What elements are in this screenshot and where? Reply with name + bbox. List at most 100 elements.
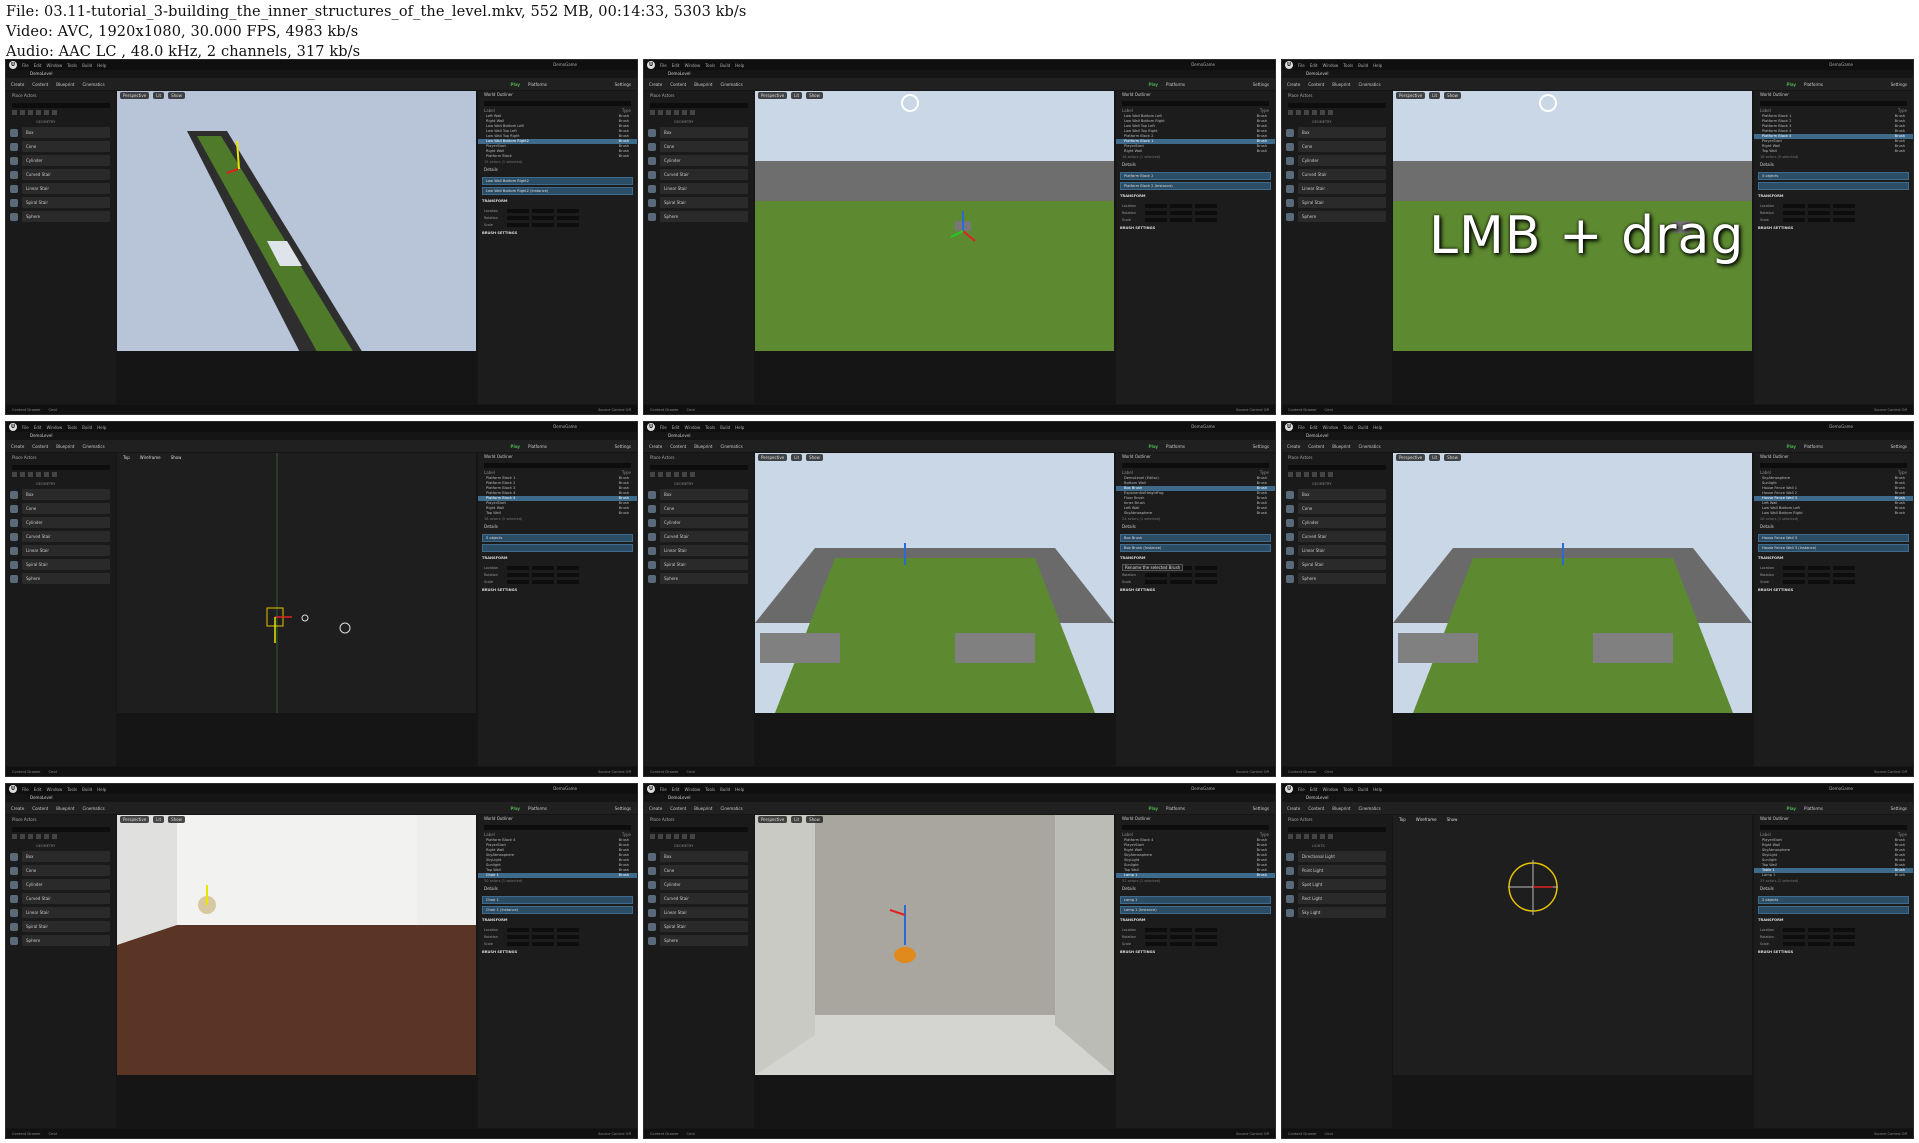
menu-item[interactable]: Edit (34, 63, 42, 68)
viewport-view-mode[interactable]: Perspective (1396, 92, 1426, 99)
viewport-render-mode[interactable]: Lit (791, 816, 803, 823)
menu-item[interactable]: Build (720, 425, 730, 430)
search-input[interactable] (1288, 465, 1386, 470)
place-actor-item[interactable]: Sphere (22, 935, 110, 946)
outliner-search[interactable] (1122, 825, 1269, 830)
toolbar-button[interactable]: Blueprint (694, 82, 712, 87)
play-button[interactable]: Play (1149, 444, 1159, 449)
level-viewport[interactable]: Perspective Lit Show (1393, 453, 1752, 766)
toolbar-button[interactable]: Content (32, 806, 48, 811)
cmd-button[interactable]: Cmd (1325, 1132, 1333, 1136)
level-viewport[interactable]: Perspective Lit Show (755, 91, 1114, 404)
cmd-button[interactable]: Cmd (1325, 408, 1333, 412)
place-actor-item[interactable]: Linear Stair (22, 183, 110, 194)
menu-item[interactable]: Window (46, 425, 62, 430)
menu-item[interactable]: Help (97, 425, 106, 430)
toolbar-button[interactable]: Content (1308, 82, 1324, 87)
toolbar-button[interactable]: Content (670, 82, 686, 87)
brush-settings-section[interactable]: BRUSH SETTINGS (478, 229, 637, 239)
menu-item[interactable]: Build (82, 787, 92, 792)
menu-item[interactable]: Tools (705, 63, 715, 68)
platforms-button[interactable]: Platforms (1804, 82, 1823, 87)
toolbar-button[interactable]: Create (1287, 82, 1300, 87)
cmd-button[interactable]: Cmd (49, 770, 57, 774)
place-actor-item[interactable]: Curved Stair (1298, 531, 1386, 542)
menu-item[interactable]: Help (735, 63, 744, 68)
toolbar-button[interactable]: Create (11, 806, 24, 811)
place-actor-item[interactable]: Cone (1298, 503, 1386, 514)
outliner-search[interactable] (484, 463, 631, 468)
menu-item[interactable]: Tools (67, 787, 77, 792)
cmd-button[interactable]: Cmd (687, 1132, 695, 1136)
viewport-render-mode[interactable]: Lit (1429, 92, 1441, 99)
menu-item[interactable]: Edit (672, 63, 680, 68)
place-actor-item[interactable]: Box (660, 489, 748, 500)
source-control-status[interactable]: Source Control Off (1236, 770, 1269, 774)
toolbar-button[interactable]: Cinematics (82, 806, 104, 811)
play-button[interactable]: Play (1787, 82, 1797, 87)
viewport-render-mode[interactable]: Lit (153, 816, 165, 823)
place-actor-item[interactable]: Curved Stair (1298, 169, 1386, 180)
menu-item[interactable]: Edit (1310, 63, 1318, 68)
source-control-status[interactable]: Source Control Off (598, 1132, 631, 1136)
source-control-status[interactable]: Source Control Off (1874, 408, 1907, 412)
menu-item[interactable]: Edit (34, 787, 42, 792)
viewport-render-mode[interactable]: Lit (791, 92, 803, 99)
place-actor-item[interactable]: Cone (660, 141, 748, 152)
menu-item[interactable]: Build (1358, 425, 1368, 430)
content-drawer-button[interactable]: Content Drawer (650, 770, 679, 774)
menu-item[interactable]: Build (720, 787, 730, 792)
cmd-button[interactable]: Cmd (1325, 770, 1333, 774)
place-actor-item[interactable]: Point Light (1298, 865, 1386, 876)
place-actor-item[interactable]: Curved Stair (22, 893, 110, 904)
outliner-search[interactable] (1760, 101, 1907, 106)
toolbar-button[interactable]: Cinematics (1358, 806, 1380, 811)
cmd-button[interactable]: Cmd (687, 770, 695, 774)
platforms-button[interactable]: Platforms (1804, 444, 1823, 449)
level-tab[interactable]: DemoLevel (30, 71, 52, 76)
play-button[interactable]: Play (1149, 806, 1159, 811)
place-actor-item[interactable]: Linear Stair (660, 183, 748, 194)
menu-item[interactable]: Window (46, 63, 62, 68)
level-tab[interactable]: DemoLevel (668, 433, 690, 438)
selected-actor-name[interactable]: Chair 1 (482, 896, 633, 904)
menu-item[interactable]: Window (684, 787, 700, 792)
settings-button[interactable]: Settings (615, 806, 631, 811)
toolbar-button[interactable]: Content (1308, 444, 1324, 449)
place-actor-item[interactable]: Spiral Stair (660, 559, 748, 570)
menu-item[interactable]: File (1298, 787, 1305, 792)
brush-settings-section[interactable]: BRUSH SETTINGS (478, 948, 637, 958)
place-actor-item[interactable]: Cylinder (660, 155, 748, 166)
viewport-view-mode[interactable]: Top (1396, 816, 1409, 823)
selected-actor-name[interactable]: 5 objects (482, 534, 633, 542)
source-control-status[interactable]: Source Control Off (598, 770, 631, 774)
cmd-button[interactable]: Cmd (49, 408, 57, 412)
play-button[interactable]: Play (511, 82, 521, 87)
toolbar-button[interactable]: Cinematics (1358, 444, 1380, 449)
place-actor-item[interactable]: Sphere (1298, 573, 1386, 584)
cmd-button[interactable]: Cmd (687, 408, 695, 412)
toolbar-button[interactable]: Blueprint (1332, 82, 1350, 87)
viewport-render-mode[interactable]: Wireframe (136, 454, 164, 461)
menu-item[interactable]: File (22, 63, 29, 68)
viewport-show-button[interactable]: Show (167, 454, 185, 461)
platforms-button[interactable]: Platforms (1804, 806, 1823, 811)
outliner-search[interactable] (484, 101, 631, 106)
toolbar-button[interactable]: Create (649, 806, 662, 811)
viewport-view-mode[interactable]: Top (120, 454, 133, 461)
content-drawer-button[interactable]: Content Drawer (12, 408, 41, 412)
toolbar-button[interactable]: Content (670, 444, 686, 449)
transform-section[interactable]: TRANSFORM (1116, 554, 1275, 564)
menu-item[interactable]: Build (1358, 787, 1368, 792)
viewport-view-mode[interactable]: Perspective (1396, 454, 1426, 461)
menu-item[interactable]: Window (46, 787, 62, 792)
selected-actor-name[interactable]: Box Brush (1120, 534, 1271, 542)
place-actor-item[interactable]: Curved Stair (22, 169, 110, 180)
cmd-button[interactable]: Cmd (49, 1132, 57, 1136)
search-input[interactable] (650, 465, 748, 470)
selected-actor-name[interactable]: Platform Block 2 (1120, 172, 1271, 180)
menu-item[interactable]: File (660, 787, 667, 792)
toolbar-button[interactable]: Cinematics (720, 82, 742, 87)
viewport-show-button[interactable]: Show (168, 92, 185, 99)
menu-item[interactable]: Edit (1310, 787, 1318, 792)
